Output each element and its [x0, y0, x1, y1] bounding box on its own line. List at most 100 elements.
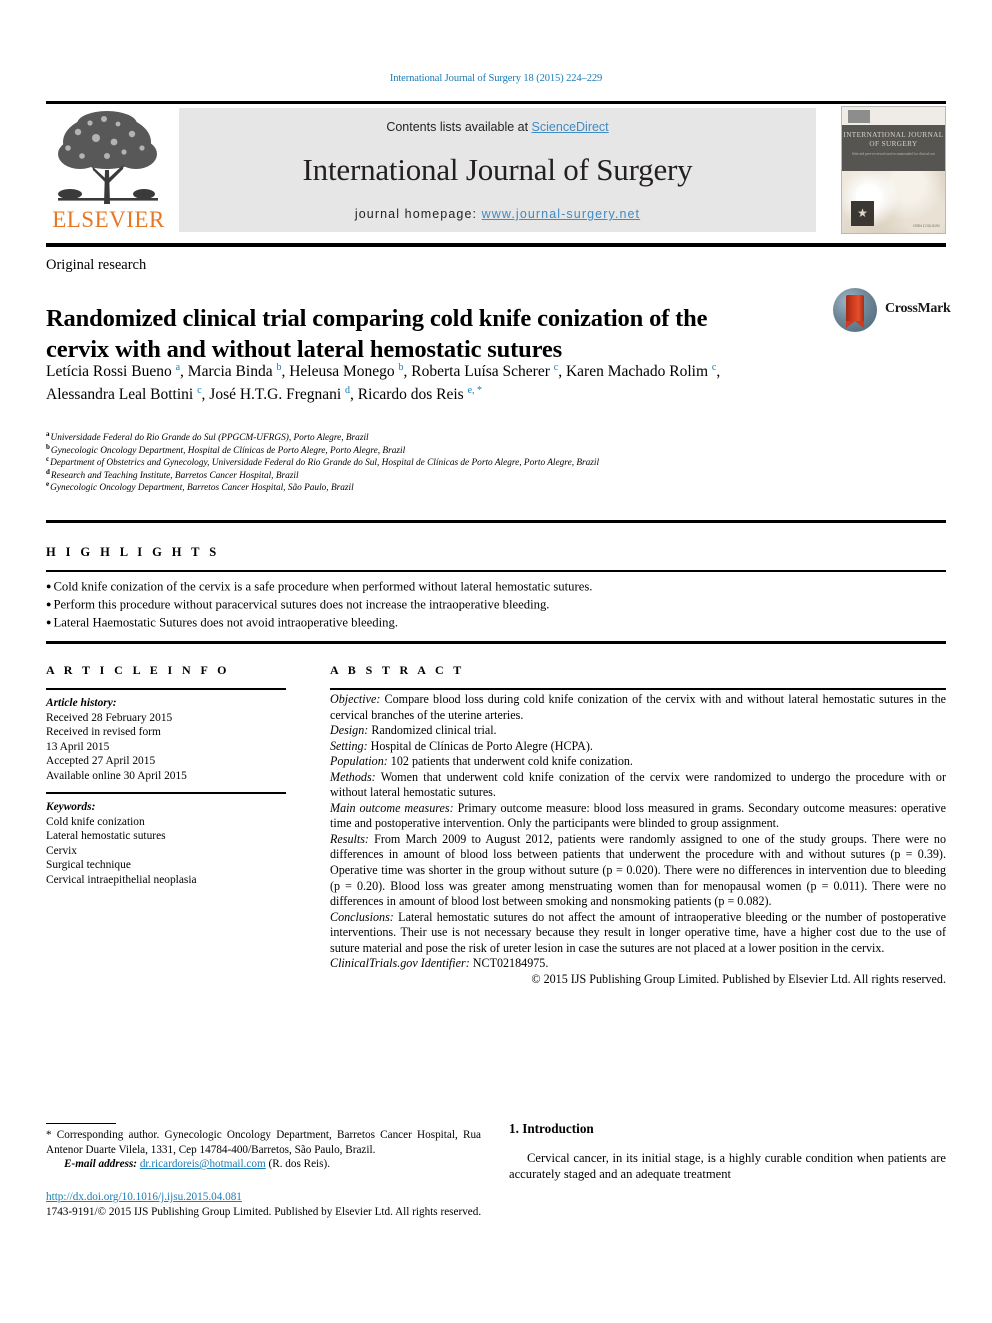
abstract-section-label: ClinicalTrials.gov Identifier:	[330, 956, 470, 971]
article-title: Randomized clinical trial comparing cold…	[46, 305, 708, 364]
affiliation-item: cDepartment of Obstetrics and Gynecology…	[46, 455, 600, 469]
abstract-section: Conclusions: Lateral hemostatic sutures …	[330, 909, 946, 955]
article-history-item: 13 April 2015	[46, 740, 110, 753]
cover-emblem-icon: ★	[851, 201, 874, 226]
cover-elsevier-badge	[848, 110, 870, 123]
bullet-icon: ●	[46, 617, 52, 627]
crossmark-label: CrossMark	[885, 301, 951, 316]
elsevier-tree-icon	[58, 111, 158, 204]
abstract-heading: A B S T R A C T	[330, 663, 465, 677]
highlight-item: ● Lateral Haemostatic Sutures does not av…	[46, 615, 399, 630]
running-citation: International Journal of Surgery 18 (201…	[389, 73, 603, 84]
sciencedirect-link[interactable]: ScienceDirect	[532, 120, 609, 134]
highlights-top-rule	[46, 520, 946, 523]
keyword-item: Cervix	[46, 844, 78, 857]
abstract-section-label: Design:	[330, 723, 369, 738]
affiliation-mark: e	[46, 480, 50, 489]
journal-homepage-line: journal homepage: www.journal-surgery.ne…	[179, 207, 816, 221]
email-owner: (R. dos Reis).	[268, 1158, 331, 1171]
contents-lists-line: Contents lists available at ScienceDirec…	[179, 120, 816, 134]
keyword-item: Surgical technique	[46, 859, 131, 872]
keywords-divider-rule	[46, 792, 286, 794]
affiliation-mark: b	[46, 442, 50, 451]
cover-footer-text: ISSN 1743-9191	[913, 224, 940, 228]
corresponding-author-rule	[46, 1123, 116, 1125]
article-history-label: Article history:	[46, 697, 117, 709]
contents-prefix: Contents lists available at	[386, 120, 532, 134]
abstract-section-label: Main outcome measures:	[330, 800, 454, 815]
journal-masthead: ELSEVIER Contents lists available at Sci…	[46, 106, 946, 234]
affiliation-mark: a	[46, 429, 50, 438]
article-type: Original research	[46, 257, 147, 273]
article-history-item: Accepted 27 April 2015	[46, 755, 156, 768]
info-abstract-top-rule	[46, 641, 946, 644]
highlights-divider-rule	[46, 570, 946, 572]
keyword-item: Lateral hemostatic sutures	[46, 830, 166, 843]
masthead-banner: Contents lists available at ScienceDirec…	[179, 108, 816, 232]
keyword-item: Cervical intraepithelial neoplasia	[46, 873, 197, 886]
highlights-list: ● Cold knife conization of the cervix is …	[46, 578, 946, 632]
abstract-section-label: Results:	[330, 831, 369, 846]
journal-homepage-link[interactable]: www.journal-surgery.net	[482, 207, 640, 221]
highlights-heading: H I G H L I G H T S	[46, 545, 220, 559]
abstract-section: Population: 102 patients that underwent …	[330, 754, 633, 769]
journal-article-page: International Journal of Surgery 18 (201…	[0, 0, 992, 1323]
bullet-icon: ●	[46, 581, 52, 591]
journal-cover-thumbnail: INTERNATIONAL JOURNAL OF SURGERY Selecte…	[841, 106, 946, 234]
corresponding-email-link[interactable]: dr.ricardoreis@hotmail.com	[140, 1158, 266, 1170]
email-label: E-mail address:	[64, 1158, 138, 1171]
crossmark-circle-icon	[833, 288, 877, 332]
abstract-section-label: Population:	[330, 754, 388, 769]
journal-title: International Journal of Surgery	[302, 152, 693, 187]
keyword-item: Cold knife conization	[46, 815, 145, 828]
abstract-copyright: © 2015 IJS Publishing Group Limited. Pub…	[531, 971, 946, 986]
affiliation-list: aUniversidade Federal do Rio Grande do S…	[46, 429, 946, 495]
highlight-item: ● Cold knife conization of the cervix is …	[46, 579, 593, 594]
masthead-top-rule	[46, 101, 946, 104]
abstract-section: Results: From March 2009 to August 2012,…	[330, 831, 946, 909]
article-info-divider-rule	[46, 688, 286, 690]
affiliation-item: dResearch and Teaching Institute, Barret…	[46, 467, 299, 481]
affiliation-item: bGynecologic Oncology Department, Hospit…	[46, 442, 406, 456]
abstract-body: Objective: Compare blood loss during col…	[330, 692, 946, 987]
crossmark-book-icon	[846, 295, 864, 328]
elsevier-logo: ELSEVIER	[46, 106, 171, 234]
masthead-bottom-rule	[46, 243, 946, 247]
abstract-section: Design: Randomized clinical trial.	[330, 723, 497, 738]
abstract-section: Methods: Women that underwent cold knife…	[330, 769, 946, 800]
article-info-heading: A R T I C L E I N F O	[46, 663, 230, 677]
abstract-section: Main outcome measures: Primary outcome m…	[330, 800, 946, 831]
doi-footer-block: http://dx.doi.org/10.1016/j.ijsu.2015.04…	[46, 1190, 566, 1220]
affiliation-mark: c	[46, 455, 50, 464]
abstract-section-label: Conclusions:	[330, 909, 394, 924]
abstract-section: Setting: Hospital de Clínicas de Porto A…	[330, 738, 593, 753]
affiliation-item: eGynecologic Oncology Department, Barret…	[46, 480, 354, 494]
abstract-section: ClinicalTrials.gov Identifier: NCT021849…	[330, 956, 549, 971]
keywords-block: Keywords: Cold knife conization Lateral he…	[46, 800, 286, 888]
article-history-item: Received in revised form	[46, 726, 161, 739]
abstract-section-label: Setting:	[330, 738, 368, 753]
abstract-section-label: Objective:	[330, 692, 381, 706]
author-list: Letícia Rossi Bueno a, Marcia Binda b, H…	[46, 361, 721, 403]
highlight-item: ● Perform this procedure without paracerv…	[46, 597, 550, 612]
issn-copyright-line: 1743-9191/© 2015 IJS Publishing Group Li…	[46, 1205, 482, 1218]
article-history-item: Available online 30 April 2015	[46, 769, 187, 782]
cover-subtitle-text: Selected peer-reviewed and recommended f…	[851, 152, 936, 156]
introduction-paragraph: Cervical cancer, in its initial stage, i…	[509, 1151, 946, 1182]
affiliation-mark: d	[46, 467, 50, 476]
homepage-prefix: journal homepage:	[354, 207, 482, 221]
elsevier-wordmark: ELSEVIER	[52, 207, 165, 232]
corresponding-text: Corresponding author. Gynecologic Oncolo…	[46, 1129, 481, 1156]
article-history-block: Article history: Received 28 February 201…	[46, 696, 286, 784]
corresponding-author-note: * Corresponding author. Gynecologic Onco…	[46, 1128, 481, 1172]
crossmark-badge[interactable]: CrossMark	[833, 288, 951, 334]
abstract-section-label: Methods:	[330, 769, 376, 784]
cover-title-text: INTERNATIONAL JOURNAL OF SURGERY	[843, 131, 944, 148]
introduction-heading: 1. Introduction	[509, 1121, 594, 1136]
article-history-item: Received 28 February 2015	[46, 711, 173, 724]
abstract-section: Objective: Compare blood loss during col…	[330, 692, 946, 722]
keywords-label: Keywords:	[46, 801, 96, 813]
affiliation-item: aUniversidade Federal do Rio Grande do S…	[46, 429, 369, 443]
doi-link[interactable]: http://dx.doi.org/10.1016/j.ijsu.2015.04…	[46, 1191, 242, 1203]
introduction-body: Cervical cancer, in its initial stage, i…	[509, 1150, 946, 1183]
